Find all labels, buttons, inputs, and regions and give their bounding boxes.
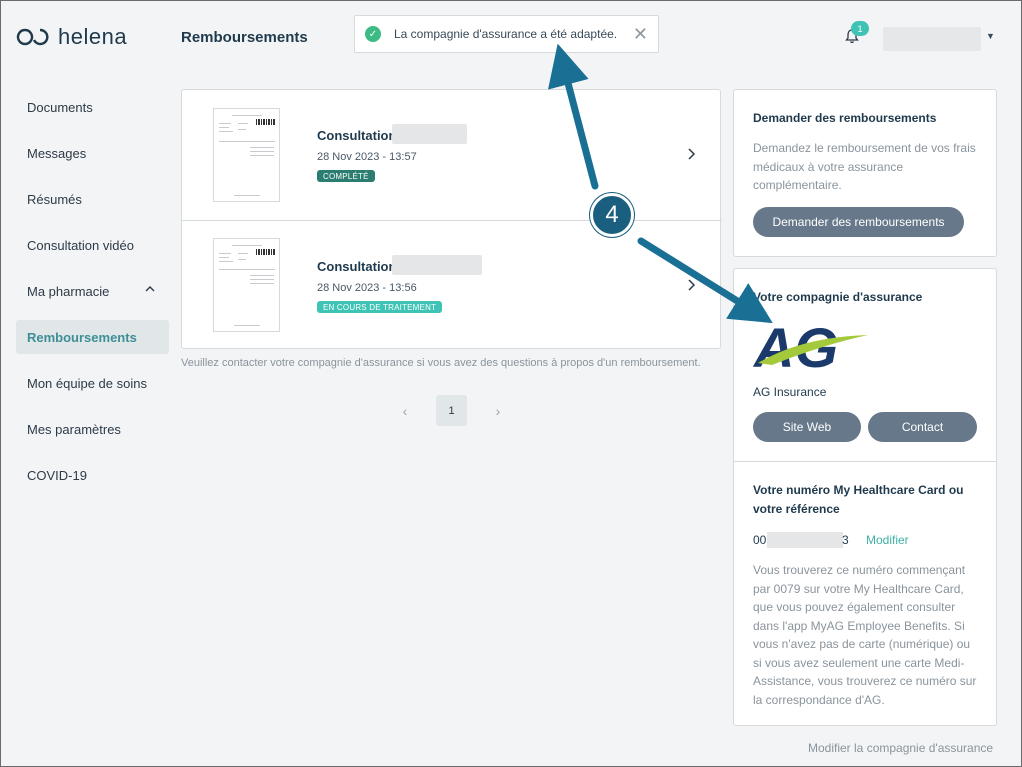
infinity-logo-icon [16, 28, 49, 46]
request-reimbursement-button[interactable]: Demander des remboursements [753, 207, 964, 237]
sidebar-item-label: Mes paramètres [27, 421, 121, 437]
card-info-line: Assistance, vous trouverez ce numéro sur [753, 674, 977, 688]
sidebar-item-documents[interactable]: Documents [16, 90, 169, 124]
divider [734, 461, 997, 462]
redacted-text [392, 255, 482, 275]
card-info-line: si vous avez seulement une carte Medi- [753, 655, 965, 670]
list-item[interactable]: Consultation 28 Nov 2023 - 13:56 EN COUR… [182, 220, 722, 349]
chevron-left-icon[interactable]: ‹ [390, 396, 420, 426]
insurer-name: AG Insurance [753, 385, 827, 399]
panel-text-line: médicaux à votre assurance [753, 159, 904, 174]
card-number-start: 00 [753, 533, 767, 547]
row-title: Consultation [317, 128, 397, 143]
request-reimbursement-panel: Demander des remboursements Demandez le … [733, 89, 997, 257]
user-name-redacted[interactable] [883, 27, 981, 51]
sidebar-item-label: Messages [27, 145, 87, 161]
website-button[interactable]: Site Web [753, 412, 861, 442]
chevron-right-icon[interactable] [686, 148, 696, 160]
success-toast: ✓ La compagnie d'assurance a été adaptée… [354, 15, 659, 53]
sidebar-item-label: Résumés [27, 191, 82, 207]
modify-card-link[interactable]: Modifier [866, 533, 909, 547]
sidebar-item-messages[interactable]: Messages [16, 136, 169, 170]
sidebar-item-label: Documents [27, 99, 93, 115]
ag-insurance-logo: AG [752, 319, 868, 371]
document-thumbnail [213, 238, 280, 332]
status-badge: COMPLÉTÉ [317, 170, 375, 182]
redacted-card-number [767, 532, 843, 548]
sidebar-item-pharmacy[interactable]: Ma pharmacie [16, 274, 169, 308]
card-info-line: la correspondance d'AG. [753, 692, 885, 707]
sidebar-item-covid[interactable]: COVID-19 [16, 458, 169, 492]
insurer-panel: Votre compagnie d'assurance AG AG Insura… [733, 268, 997, 726]
close-icon[interactable]: ✕ [633, 24, 648, 45]
card-number-end: 3 [842, 533, 849, 547]
card-info-line: Vous trouverez ce numéro commençant [753, 563, 966, 577]
page-title: Remboursements [181, 29, 308, 46]
panel-title: Demander des remboursements [753, 111, 937, 125]
card-info-line: que vous pouvez également consulter [753, 600, 956, 614]
document-thumbnail [213, 108, 280, 202]
status-badge: EN COURS DE TRAITEMENT [317, 301, 443, 313]
row-date: 28 Nov 2023 - 13:57 [317, 151, 417, 163]
reimbursement-list: Consultation 28 Nov 2023 - 13:57 COMPLÉT… [181, 89, 722, 349]
sidebar: Documents Messages Résumés Consultation … [16, 90, 169, 504]
card-info-line: dans l'app MyAG Employee Benefits. Si [753, 618, 965, 633]
card-info-line: vous n'avez pas de carte (numérique) ou [753, 637, 971, 651]
card-title-line: votre référence [753, 502, 840, 516]
notification-badge: 1 [851, 21, 869, 36]
panel-text-line: complémentaire. [753, 178, 842, 192]
card-title-line: Votre numéro My Healthcare Card ou [753, 483, 964, 497]
caret-down-icon[interactable]: ▼ [986, 31, 995, 41]
check-circle-icon: ✓ [365, 26, 381, 42]
row-title: Consultation [317, 259, 397, 274]
sidebar-item-label: Consultation vidéo [27, 237, 134, 253]
sidebar-item-reimbursements[interactable]: Remboursements [16, 320, 169, 354]
logo-text: helena [58, 24, 128, 49]
chevron-right-icon[interactable] [686, 279, 696, 291]
modify-insurer-link[interactable]: Modifier la compagnie d'assurance [808, 741, 993, 755]
panel-text-line: Demandez le remboursement de vos frais [753, 141, 976, 155]
chevron-right-icon[interactable]: › [483, 396, 513, 426]
sidebar-item-summaries[interactable]: Résumés [16, 182, 169, 216]
step-number-badge: 4 [590, 193, 634, 237]
helena-logo[interactable]: helena [16, 24, 127, 50]
contact-button[interactable]: Contact [868, 412, 977, 442]
sidebar-item-label: Remboursements [27, 329, 137, 345]
chevron-up-icon[interactable] [145, 284, 155, 294]
sidebar-item-care-team[interactable]: Mon équipe de soins [16, 366, 169, 400]
page-number[interactable]: 1 [436, 395, 467, 426]
row-date: 28 Nov 2023 - 13:56 [317, 282, 417, 294]
sidebar-item-label: COVID-19 [27, 467, 87, 483]
card-info-line: par 0079 sur votre My Healthcare Card, [753, 581, 964, 596]
redacted-text [392, 124, 467, 144]
sidebar-item-settings[interactable]: Mes paramètres [16, 412, 169, 446]
list-item[interactable]: Consultation 28 Nov 2023 - 13:57 COMPLÉT… [182, 90, 722, 219]
pagination: ‹ 1 › [390, 395, 513, 426]
contact-note: Veuillez contacter votre compagnie d'ass… [181, 357, 701, 369]
sidebar-item-video-consultation[interactable]: Consultation vidéo [16, 228, 169, 262]
toast-message: La compagnie d'assurance a été adaptée. [394, 27, 618, 41]
panel-title: Votre compagnie d'assurance [753, 290, 923, 304]
sidebar-item-label: Mon équipe de soins [27, 375, 147, 391]
sidebar-item-label: Ma pharmacie [27, 283, 110, 299]
